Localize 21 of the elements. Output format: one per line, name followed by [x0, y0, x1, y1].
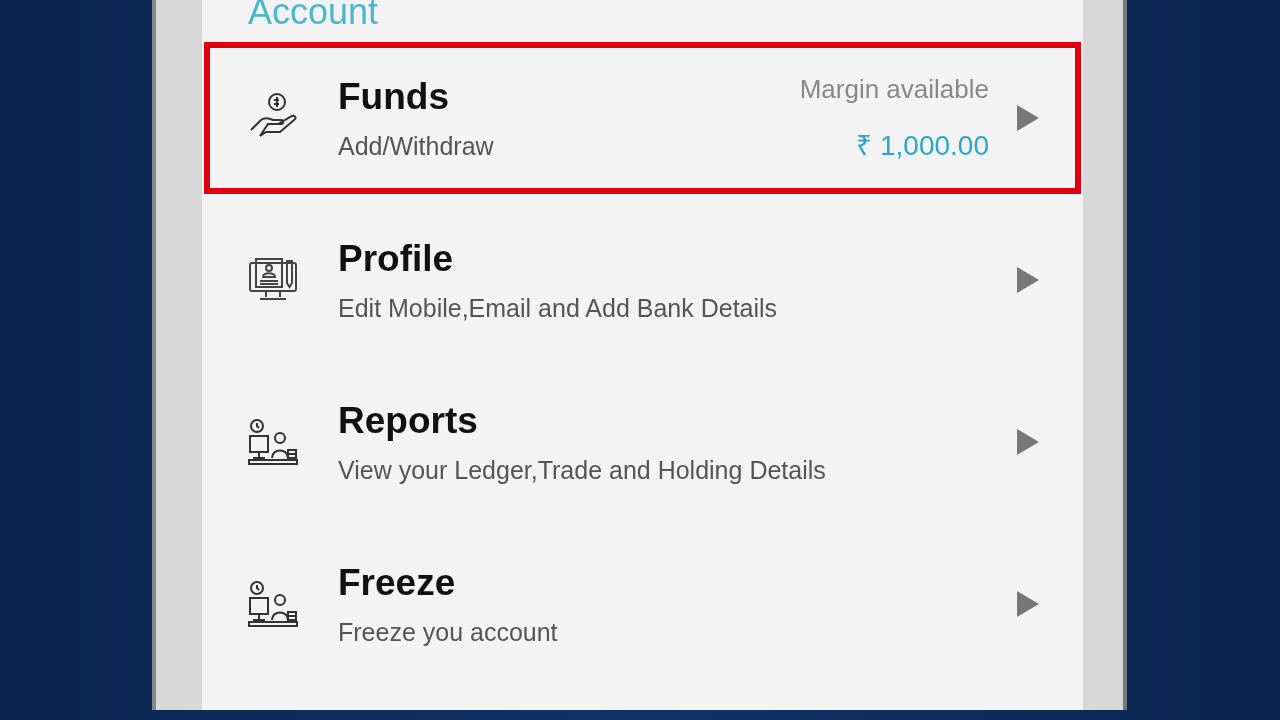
item-subtitle: View your Ledger,Trade and Holding Details: [338, 455, 827, 485]
item-title: Profile: [338, 237, 455, 280]
clock-desk-worker-icon: [248, 580, 298, 628]
item-subtitle: Freeze you account: [338, 617, 559, 647]
item-subtitle: Add/Withdraw: [338, 131, 495, 161]
menu-item[interactable]: Profile Edit Mobile,Email and Add Bank Details: [204, 204, 1081, 356]
chevron-right-icon: [1017, 105, 1039, 131]
clock-desk-worker-icon: [248, 418, 298, 466]
item-title: Funds: [338, 75, 450, 118]
item-title: Reports: [338, 399, 479, 442]
item-subtitle: Edit Mobile,Email and Add Bank Details: [338, 293, 779, 323]
margin-label: Margin available: [799, 73, 989, 105]
margin-amount: ₹ 1,000.00: [855, 128, 989, 163]
menu-item[interactable]: Funds Add/Withdraw Margin available ₹ 1,000.00: [204, 42, 1081, 194]
item-title: Freeze: [338, 561, 457, 604]
chevron-right-icon: [1017, 267, 1039, 293]
chevron-right-icon: [1017, 591, 1039, 617]
chevron-right-icon: [1017, 429, 1039, 455]
monitor-profile-icon: [248, 257, 298, 303]
menu-item[interactable]: Freeze Freeze you account: [204, 528, 1081, 680]
menu-item[interactable]: Reports View your Ledger,Trade and Holding Details: [204, 366, 1081, 518]
